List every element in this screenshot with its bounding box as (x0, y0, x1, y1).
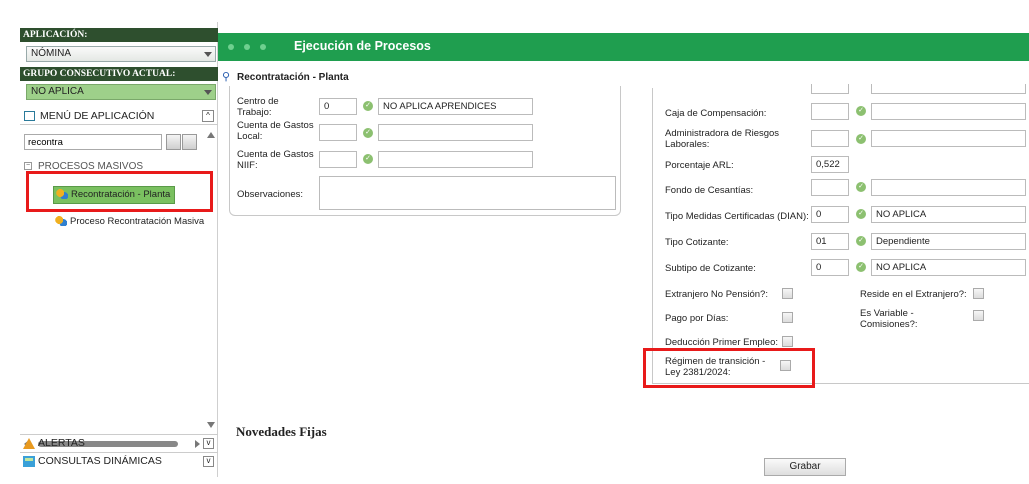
form-right-panel: Caja de Compensación: ✓ Administradora d… (652, 84, 1029, 384)
reside-checkbox[interactable] (973, 288, 984, 299)
gastos-local-label: Cuenta de Gastos Local: (237, 120, 314, 142)
gastos-niif-label: Cuenta de Gastos NIIF: (237, 149, 314, 171)
tipo-cotizante-desc-input[interactable]: Dependiente (871, 233, 1026, 250)
application-select-value: NÓMINA (31, 48, 71, 59)
process-icon (55, 216, 67, 227)
tipo-cotizante-code-input[interactable]: 01 (811, 233, 849, 250)
caja-label: Caja de Compensación: (665, 108, 767, 119)
window-dot-icon[interactable] (260, 44, 266, 50)
cesantias-desc-input[interactable] (871, 179, 1026, 196)
arl-desc-input[interactable] (871, 130, 1026, 147)
highlight-box-regimen (643, 348, 815, 388)
dynamic-queries-label: CONSULTAS DINÁMICAS (38, 455, 162, 467)
chevron-down-icon (204, 52, 212, 57)
centro-trabajo-desc-input[interactable]: NO APLICA APRENDICES (378, 98, 533, 115)
pago-dias-label: Pago por Días: (665, 313, 729, 324)
search-input[interactable] (24, 134, 162, 150)
left-panel: APLICACIÓN: NÓMINA GRUPO CONSECUTIVO ACT… (20, 22, 218, 477)
medidas-desc-input[interactable]: NO APLICA (871, 206, 1026, 223)
window-dot-icon[interactable] (228, 44, 234, 50)
lookup-icon[interactable]: ✓ (856, 134, 866, 144)
variable-checkbox[interactable] (973, 310, 984, 321)
tree-menu-icon (24, 111, 35, 121)
menu-title: MENÚ DE APLICACIÓN (40, 110, 155, 122)
porcentaje-arl-input[interactable]: 0,522 (811, 156, 849, 173)
gastos-niif-code-input[interactable] (319, 151, 357, 168)
lookup-icon[interactable]: ✓ (363, 101, 373, 111)
lookup-icon[interactable]: ✓ (856, 236, 866, 246)
cesantias-code-input[interactable] (811, 179, 849, 196)
process-header-bar: Ejecución de Procesos (218, 33, 1029, 61)
observaciones-textarea[interactable] (319, 176, 616, 210)
highlight-box-tree-item (26, 171, 213, 212)
lookup-icon[interactable]: ✓ (856, 209, 866, 219)
search-next-button[interactable] (182, 134, 197, 150)
vertical-scrollbar[interactable] (206, 132, 216, 442)
medidas-code-input[interactable]: 0 (811, 206, 849, 223)
search-prev-button[interactable] (166, 134, 181, 150)
deduccion-label: Deducción Primer Empleo: (665, 337, 778, 348)
subtipo-cotizante-code-input[interactable]: 0 (811, 259, 849, 276)
process-icon: ⚲ (222, 71, 231, 83)
expand-icon[interactable]: v (203, 456, 214, 467)
application-select[interactable]: NÓMINA (26, 46, 216, 62)
lookup-icon[interactable]: ✓ (363, 154, 373, 164)
form-left-panel: Centro de Trabajo: 0 ✓ NO APLICA APRENDI… (229, 86, 621, 216)
medidas-label: Tipo Medidas Certificadas (DIAN): (665, 211, 809, 222)
gastos-local-desc-input[interactable] (378, 124, 533, 141)
deduccion-checkbox[interactable] (782, 336, 793, 347)
subtipo-cotizante-label: Subtipo de Cotizante: (665, 263, 756, 274)
subtipo-cotizante-desc-input[interactable]: NO APLICA (871, 259, 1026, 276)
tree-item-recontratacion-masiva[interactable]: Proceso Recontratación Masiva (55, 215, 204, 229)
lookup-icon[interactable]: ✓ (363, 128, 373, 138)
lookup-icon[interactable]: ✓ (856, 262, 866, 272)
porcentaje-arl-label: Porcentaje ARL: (665, 160, 734, 171)
dynamic-queries-item[interactable]: CONSULTAS DINÁMICAS v (20, 452, 218, 469)
reside-label: Reside en el Extranjero?: (860, 289, 967, 300)
group-select[interactable]: NO APLICA (26, 84, 216, 100)
warning-icon (23, 438, 35, 449)
tree-collapse-icon[interactable]: − (24, 162, 32, 171)
top-desc-input[interactable] (871, 84, 1026, 94)
lookup-icon[interactable]: ✓ (856, 106, 866, 116)
arl-label: Administradora de Riesgos Laborales: (665, 128, 780, 150)
expand-icon[interactable]: v (203, 438, 214, 449)
gastos-niif-desc-input[interactable] (378, 151, 533, 168)
sub-title: Recontratación - Planta (237, 72, 349, 83)
window-dot-icon[interactable] (244, 44, 250, 50)
top-code-input[interactable] (811, 84, 849, 94)
arl-code-input[interactable] (811, 130, 849, 147)
query-icon (23, 456, 35, 467)
tree-item-label: Proceso Recontratación Masiva (70, 216, 205, 227)
caja-desc-input[interactable] (871, 103, 1026, 120)
group-label: GRUPO CONSECUTIVO ACTUAL: (20, 67, 218, 81)
extranjero-checkbox[interactable] (782, 288, 793, 299)
pago-dias-checkbox[interactable] (782, 312, 793, 323)
observaciones-label: Observaciones: (237, 189, 304, 200)
application-label: APLICACIÓN: (20, 28, 218, 42)
page-title: Ejecución de Procesos (294, 39, 431, 53)
caja-code-input[interactable] (811, 103, 849, 120)
alerts-item[interactable]: ALERTAS v (20, 434, 218, 451)
variable-label: Es Variable - Comisiones?: (860, 308, 918, 330)
cesantias-label: Fondo de Cesantías: (665, 185, 754, 196)
menu-header[interactable]: MENÚ DE APLICACIÓN ^ (20, 107, 218, 125)
collapse-icon[interactable]: ^ (202, 110, 214, 122)
group-select-value: NO APLICA (31, 86, 84, 97)
extranjero-label: Extranjero No Pensión?: (665, 289, 768, 300)
novedades-title: Novedades Fijas (236, 424, 327, 439)
chevron-down-icon (204, 90, 212, 95)
alerts-label: ALERTAS (38, 437, 85, 449)
centro-trabajo-label: Centro de Trabajo: (237, 96, 279, 118)
lookup-icon[interactable]: ✓ (856, 182, 866, 192)
tipo-cotizante-label: Tipo Cotizante: (665, 237, 729, 248)
centro-trabajo-code-input[interactable]: 0 (319, 98, 357, 115)
gastos-local-code-input[interactable] (319, 124, 357, 141)
save-button[interactable]: Grabar (764, 458, 846, 476)
